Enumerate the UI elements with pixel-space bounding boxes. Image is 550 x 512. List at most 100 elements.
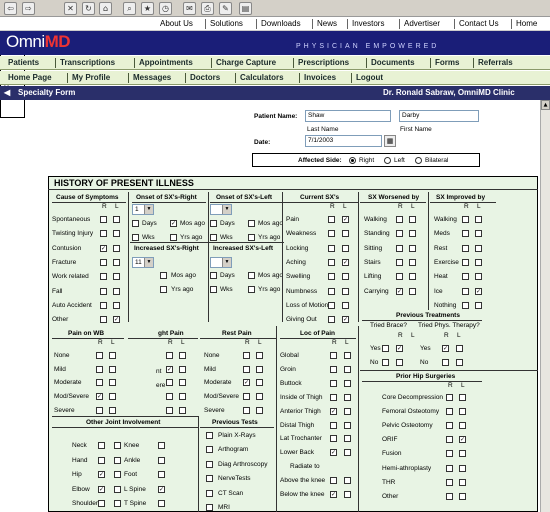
loc-r-checkbox[interactable] (330, 379, 337, 387)
worse-r-checkbox[interactable] (396, 258, 403, 266)
loc-l-checkbox[interactable] (344, 379, 351, 387)
surgery-r-checkbox[interactable] (446, 478, 453, 486)
therapy-yes-r[interactable]: ✓ (442, 345, 449, 352)
cause-r-checkbox[interactable]: ✓ (100, 244, 107, 252)
surgery-r-checkbox[interactable] (446, 436, 453, 444)
rest-l-checkbox[interactable] (256, 365, 263, 373)
surgery-r-checkbox[interactable] (446, 492, 453, 500)
cause-l-checkbox[interactable] (113, 301, 120, 309)
loc-r-checkbox[interactable]: ✓ (330, 449, 337, 457)
favorites-icon[interactable]: ★ (141, 2, 154, 15)
dropdown-arrow-icon[interactable]: ▼ (144, 258, 153, 267)
cause-l-checkbox[interactable] (113, 258, 120, 266)
night-l-checkbox[interactable] (179, 352, 186, 359)
menu-item[interactable]: Documents (371, 58, 415, 67)
improved-l-checkbox[interactable] (475, 258, 482, 266)
search-icon[interactable]: ⌕ (123, 2, 136, 15)
worse-l-checkbox[interactable] (409, 244, 416, 252)
test-checkbox[interactable] (206, 432, 213, 439)
wb-r-checkbox[interactable]: ✓ (96, 393, 103, 401)
improved-r-checkbox[interactable] (462, 301, 469, 309)
joint-left-checkbox[interactable] (98, 456, 105, 464)
scroll-up-icon[interactable]: ▲ (541, 100, 550, 110)
loc-l-checkbox[interactable] (344, 352, 351, 359)
last-name-input[interactable]: Shaw (305, 110, 391, 122)
worse-r-checkbox[interactable] (396, 216, 403, 223)
inc-left-select[interactable]: ▼ (210, 257, 232, 268)
menu-item[interactable]: Charge Capture (216, 58, 276, 67)
inc-right-checkbox[interactable] (160, 286, 167, 293)
current-l-checkbox[interactable]: ✓ (342, 216, 349, 223)
mail-icon[interactable]: ✉ (183, 2, 196, 15)
joint-right2-checkbox[interactable] (158, 456, 165, 464)
loc-r-checkbox[interactable] (330, 393, 337, 401)
rest-r-checkbox[interactable] (243, 352, 250, 359)
calendar-icon[interactable]: ▦ (384, 135, 396, 147)
rest-r-checkbox[interactable] (243, 365, 250, 373)
rest-l-checkbox[interactable] (256, 393, 263, 401)
night-l-checkbox[interactable] (179, 365, 186, 373)
menu-item[interactable]: Logout (356, 73, 383, 82)
improved-l-checkbox[interactable] (475, 273, 482, 281)
wb-r-checkbox[interactable] (96, 365, 103, 373)
cause-l-checkbox[interactable]: ✓ (113, 316, 120, 324)
loc-r-checkbox[interactable] (330, 421, 337, 429)
improved-r-checkbox[interactable] (462, 216, 469, 223)
brace-yes-l[interactable]: ✓ (396, 345, 403, 352)
menu-item[interactable]: Invoices (304, 73, 336, 82)
current-l-checkbox[interactable]: ✓ (342, 258, 349, 266)
loc-r-checkbox[interactable] (330, 365, 337, 373)
worse-r-checkbox[interactable] (396, 244, 403, 252)
current-l-checkbox[interactable] (342, 301, 349, 309)
worse-l-checkbox[interactable] (409, 216, 416, 223)
top-link[interactable]: About Us (160, 19, 193, 28)
loc-l-checkbox[interactable] (344, 435, 351, 443)
night-l-checkbox[interactable] (179, 379, 186, 387)
joint-left-checkbox[interactable]: ✓ (98, 471, 105, 478)
test-checkbox[interactable] (206, 475, 213, 483)
improved-r-checkbox[interactable] (462, 273, 469, 281)
first-name-input[interactable]: Darby (399, 110, 479, 122)
wb-l-checkbox[interactable] (109, 393, 116, 401)
therapy-no-r[interactable] (442, 359, 449, 366)
joint-right2-checkbox[interactable] (158, 471, 165, 478)
menu-item[interactable]: Prescriptions (298, 58, 349, 67)
surgery-r-checkbox[interactable] (446, 450, 453, 458)
side-right-radio[interactable] (349, 157, 356, 164)
worse-r-checkbox[interactable]: ✓ (396, 287, 403, 295)
improved-r-checkbox[interactable] (462, 287, 469, 295)
onset-right-checkbox[interactable]: ✓ (170, 220, 177, 227)
cause-l-checkbox[interactable] (113, 244, 120, 252)
surgery-r-checkbox[interactable] (446, 394, 453, 401)
joint-right2-checkbox[interactable]: ✓ (158, 485, 165, 493)
inc-left-checkbox[interactable] (210, 286, 217, 293)
stop-icon[interactable]: ✕ (64, 2, 77, 15)
surgery-r-checkbox[interactable] (446, 408, 453, 416)
brace-yes-r[interactable] (382, 345, 389, 352)
wb-r-checkbox[interactable] (96, 379, 103, 387)
menu-item[interactable]: Patients (8, 58, 39, 67)
worse-l-checkbox[interactable] (409, 230, 416, 238)
surgery-l-checkbox[interactable] (459, 478, 466, 486)
current-l-checkbox[interactable] (342, 230, 349, 238)
dropdown-arrow-icon[interactable]: ▼ (144, 205, 153, 214)
loc-l-checkbox[interactable] (344, 393, 351, 401)
discuss-icon[interactable]: ▤ (239, 2, 252, 15)
menu-item[interactable]: Messages (133, 73, 171, 82)
onset-left-checkbox[interactable] (248, 234, 255, 241)
loc-r-checkbox[interactable] (330, 352, 337, 359)
joint-right2-checkbox[interactable] (158, 500, 165, 507)
rest-l-checkbox[interactable] (256, 352, 263, 359)
improved-r-checkbox[interactable] (462, 230, 469, 238)
therapy-yes-l[interactable] (456, 345, 463, 352)
back-arrow-icon[interactable]: ◀ (4, 88, 10, 97)
night-r-checkbox[interactable] (166, 379, 173, 387)
night-r-checkbox[interactable] (166, 393, 173, 401)
current-r-checkbox[interactable] (328, 244, 335, 252)
top-link[interactable]: Solutions (210, 19, 243, 28)
improved-l-checkbox[interactable] (475, 244, 482, 252)
rest-r-checkbox[interactable] (243, 406, 250, 414)
menu-item[interactable]: Calculators (240, 73, 284, 82)
side-bilateral-radio[interactable] (415, 157, 422, 164)
improved-l-checkbox[interactable] (475, 216, 482, 223)
